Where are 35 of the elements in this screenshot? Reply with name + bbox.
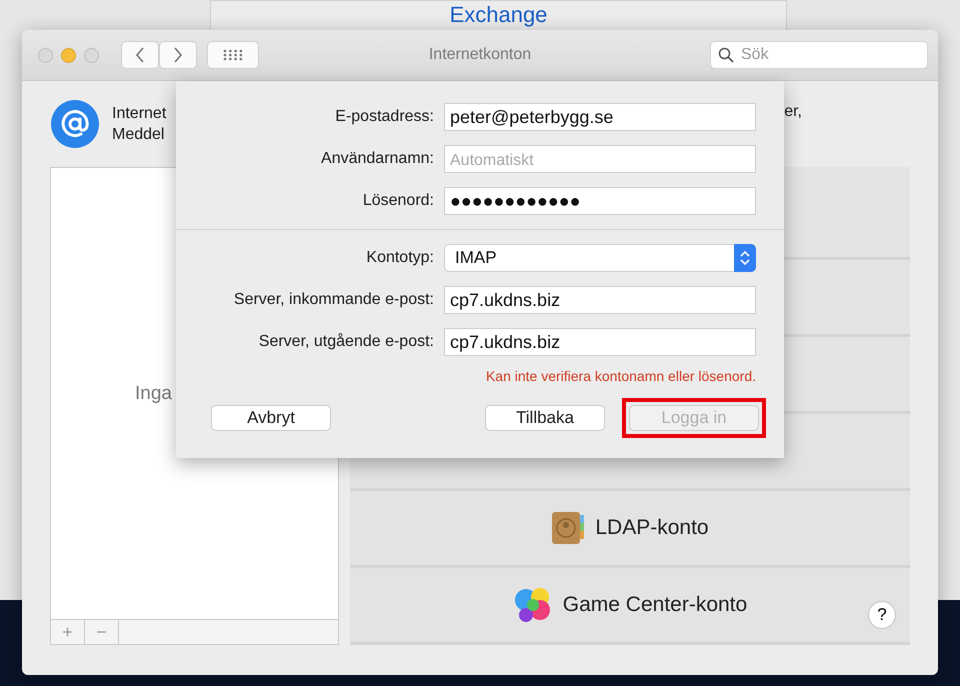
field-label: E-postadress: [334, 108, 434, 126]
field-label: Kontotyp: [365, 249, 434, 267]
grid-icon [223, 49, 243, 61]
error-message: Kan inte verifiera kontonamn eller lösenord. [486, 368, 756, 384]
description-text: er, [784, 103, 802, 121]
window-title: Exchange [450, 1, 548, 29]
input-field[interactable]: peter@peterbygg.se [444, 103, 756, 131]
input-field[interactable]: cp7.ukdns.biz [444, 286, 756, 314]
description-text: Meddel [112, 125, 166, 145]
empty-list-text: Inga [135, 382, 172, 404]
back-button[interactable] [121, 41, 159, 69]
description-text: Internet [112, 104, 166, 124]
dialog-button[interactable]: Tillbaka [485, 405, 605, 431]
field-label: Server, inkommande e-post: [232, 291, 434, 309]
account-type-row[interactable]: LDAP-konto [350, 491, 910, 568]
forward-icon [173, 47, 183, 63]
field-label: Server, utgående e-post: [258, 333, 434, 351]
input-field[interactable]: Automatiskt [444, 145, 756, 173]
field-label: Användarnamn: [320, 150, 434, 168]
window-title: Internetkonton [428, 46, 532, 64]
colored-bubbles-icon [512, 585, 553, 625]
help-button[interactable]: ? [868, 601, 896, 629]
search-field[interactable]: Sök [710, 41, 928, 69]
account-type-select[interactable]: IMAP [444, 244, 756, 272]
up-down-arrows-icon [740, 250, 750, 266]
dialog-button[interactable]: Avbryt [211, 405, 331, 431]
forward-button[interactable] [159, 41, 197, 69]
input-field[interactable]: cp7.ukdns.biz [444, 328, 756, 356]
input-field[interactable]: ●●●●●●●●●●●● [444, 187, 756, 215]
show-all-button[interactable] [207, 41, 259, 69]
address-book-icon [551, 511, 586, 545]
back-icon [135, 47, 145, 63]
field-label: Lösenord: [362, 192, 434, 210]
at-sign-icon [50, 99, 100, 149]
search-icon [718, 47, 734, 63]
